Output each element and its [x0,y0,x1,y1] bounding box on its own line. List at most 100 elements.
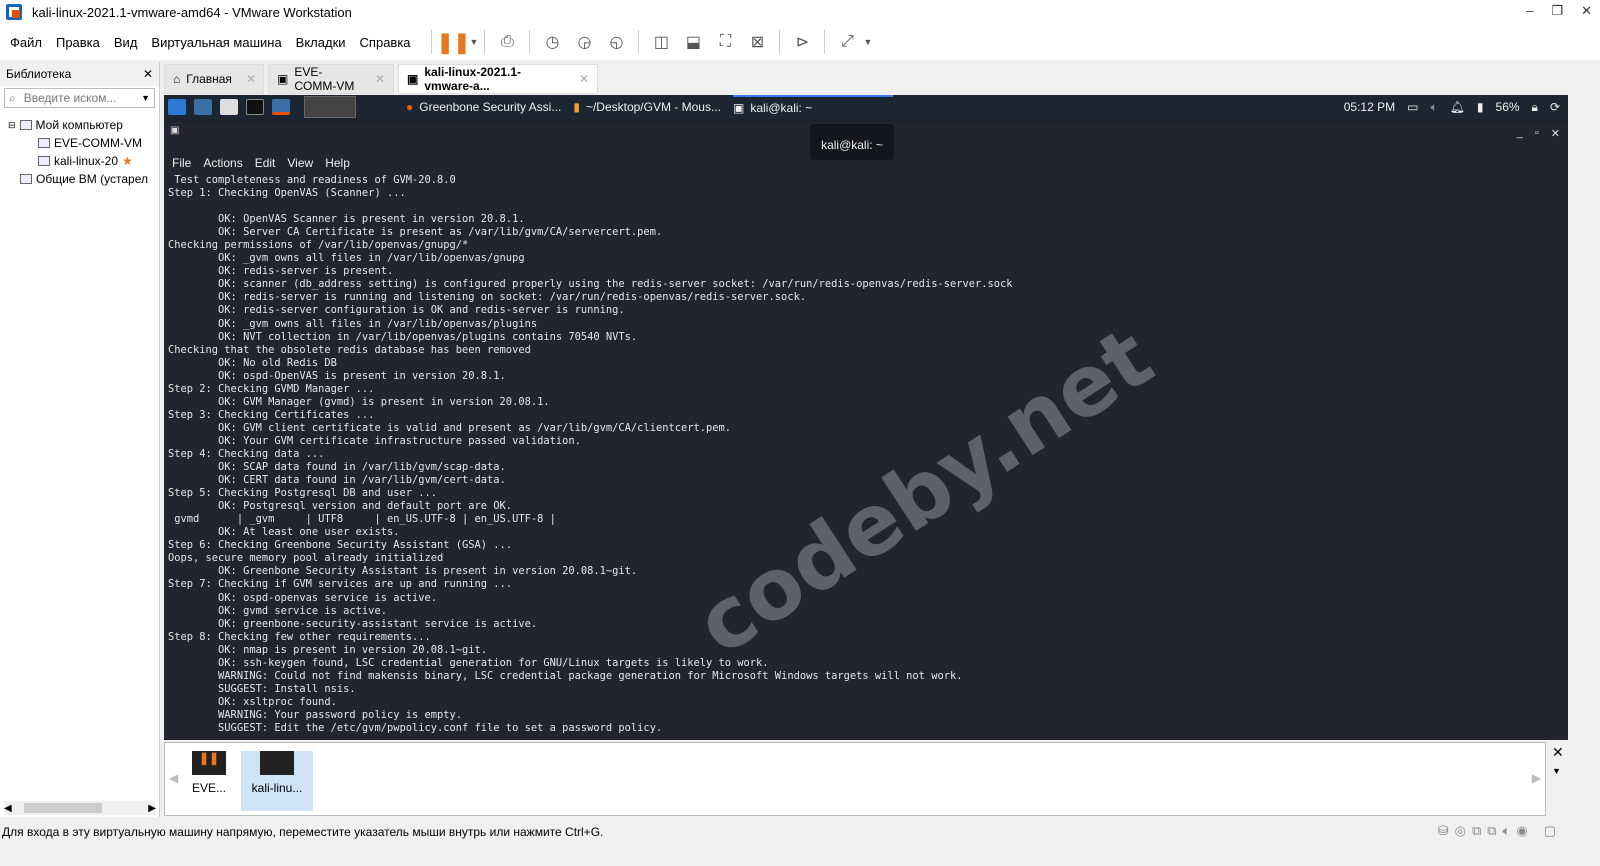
terminal-line: OK: Server CA Certificate is present as … [168,226,663,239]
usb-icon[interactable]: ◉ [1516,823,1527,839]
revert-snapshot-icon[interactable]: ◶ [572,30,596,54]
chevron-down-icon[interactable]: ▼ [863,37,872,47]
terminal-menu-actions[interactable]: Actions [203,156,242,170]
menu-vm[interactable]: Виртуальная машина [151,35,281,50]
tree-item-shared-vms[interactable]: Общие ВМ (устарел [8,170,159,188]
chevron-down-icon[interactable]: ▼ [1552,766,1561,776]
sound-icon[interactable]: 🔈︎ [1503,823,1511,839]
cd-icon[interactable]: ◎ [1455,823,1466,839]
maximize-button[interactable]: ▫ [1535,127,1539,139]
snapshot-manager-icon[interactable]: ◵ [604,30,628,54]
display-icon[interactable]: ▭ [1407,100,1418,114]
network-icon[interactable]: ⧉ [1487,823,1496,839]
terminal-menu-edit[interactable]: Edit [255,156,276,170]
file-icon: ▮ [573,100,580,114]
terminal-line: Step 2: Checking GVMD Manager ... [168,382,375,395]
menu-help[interactable]: Справка [360,35,411,50]
tree-item-eve[interactable]: EVE-COMM-VM [8,134,159,152]
kali-menu-icon[interactable] [168,99,186,115]
chevron-down-icon[interactable]: ▼ [470,37,479,47]
menu-edit[interactable]: Правка [56,35,100,50]
unity-icon[interactable]: ⊠ [745,30,769,54]
send-ctrl-alt-del-icon[interactable]: ⎙ [495,30,519,54]
vm-display[interactable]: ● Greenbone Security Assi... ▮ ~/Desktop/G… [164,95,1568,740]
menu-file[interactable]: Файл [10,35,42,50]
thumbnail-eve[interactable]: ❚❚ EVE... [173,751,245,811]
tab-eve-comm-vm[interactable]: ▣ EVE-COMM-VM ✕ [268,64,394,94]
task-greenbone[interactable]: ● Greenbone Security Assi... [406,100,561,114]
show-library-icon[interactable]: ◫ [649,30,673,54]
vmware-logo-icon [6,4,22,20]
menu-tabs[interactable]: Вкладки [296,35,346,50]
thumbnail-bar-icon[interactable]: ⬓ [681,30,705,54]
minimize-button[interactable]: – [1526,3,1533,19]
browser-icon[interactable] [272,99,290,115]
tree-item-my-computer[interactable]: ⊟ Мой компьютер [8,116,159,134]
terminal-line: OK: greenbone-security-assistant service… [168,617,538,630]
terminal-line: OK: No old Redis DB [168,356,337,369]
volume-icon[interactable]: 🔈︎ [1430,100,1437,115]
close-button[interactable]: ✕ [1581,3,1592,19]
close-icon[interactable]: ✕ [143,67,153,81]
restore-button[interactable]: ❐ [1551,3,1563,19]
close-icon[interactable]: ✕ [375,72,385,86]
close-thumbnail-bar-icon[interactable]: ✕ [1552,744,1564,761]
lock-icon[interactable]: 🔒︎ [1532,100,1538,115]
terminal-window[interactable]: ▣ _ ▫ ✕ kali@kali: ~ File Actions Edit View… [164,122,1568,740]
menu-bar: Файл Правка Вид Виртуальная машина Вклад… [0,24,1600,60]
network-icon[interactable]: ⧉ [1472,823,1481,839]
task-mousepad[interactable]: ▮ ~/Desktop/GVM - Mous... [573,100,721,114]
minimize-button[interactable]: _ [1517,127,1523,139]
close-button[interactable]: ✕ [1551,127,1560,140]
title-bar: kali-linux-2021.1-vmware-amd64 - VMware … [0,0,1600,24]
tree-item-kali[interactable]: kali-linux-20 ★ [8,152,159,170]
tab-bar: ⌂ Главная ✕ ▣ EVE-COMM-VM ✕ ▣ kali-linux-2021… [164,64,598,94]
terminal-icon: ▣ [170,125,180,136]
shared-vm-icon [20,174,32,184]
thumbnail-bar: ◀ ❚❚ EVE... kali-linu... ▶ [164,742,1546,816]
tab-kali[interactable]: ▣ kali-linux-2021.1-vmware-a... ✕ [398,64,598,94]
task-terminal[interactable]: ▣ kali@kali: ~ [732,95,893,119]
message-icon[interactable]: ▢ [1544,823,1556,839]
terminal-menu-view[interactable]: View [287,156,313,170]
notification-icon[interactable]: 🔔︎ [1450,100,1465,114]
terminal-line: Checking that the obsolete redis databas… [168,343,531,356]
library-title: Библиотека [6,67,72,81]
vm-icon: ▣ [407,72,419,86]
computer-icon [19,120,32,130]
file-manager-icon[interactable] [220,99,238,115]
pause-icon[interactable]: ❚❚ [437,30,471,54]
terminal-line: OK: Your GVM certificate infrastructure … [168,434,581,447]
close-icon[interactable]: ✕ [579,72,589,86]
battery-icon[interactable]: ▮ [1477,100,1484,114]
terminal-menu-file[interactable]: File [172,156,191,170]
clock[interactable]: 05:12 PM [1344,100,1395,114]
thumbnail-kali[interactable]: kali-linu... [241,751,313,811]
hard-disk-icon[interactable]: ⛁ [1438,823,1449,839]
terminal-menu-help[interactable]: Help [325,156,350,170]
terminal-line: WARNING: Your password policy is empty. [168,708,463,721]
tab-home[interactable]: ⌂ Главная ✕ [164,64,264,94]
snapshot-icon[interactable]: ◷ [540,30,564,54]
menu-view[interactable]: Вид [114,35,138,50]
library-search-input[interactable]: ⌕ Введите иском... ▼ [4,88,155,108]
terminal-line: SUGGEST: Edit the /etc/gvm/pwpolicy.conf… [168,721,663,734]
workspace-switcher[interactable] [304,96,356,118]
fullscreen-icon[interactable]: ⛶ [713,30,737,54]
terminal-line: Checking permissions of /var/lib/openvas… [168,239,469,252]
scroll-right-icon[interactable]: ▶ [1532,771,1541,785]
pause-icon: ❚❚ [192,751,226,775]
console-icon[interactable]: ⊳ [790,30,814,54]
vm-preview [260,751,294,775]
terminal-output[interactable]: Test completeness and readiness of GVM-2… [164,174,1568,735]
close-icon[interactable]: ✕ [246,72,256,86]
terminal-icon[interactable] [246,99,264,115]
show-desktop-icon[interactable] [194,99,212,115]
terminal-line: OK: GVM client certificate is valid and … [168,421,732,434]
terminal-line: OK: ospd-openvas service is active. [168,591,437,604]
stretch-icon[interactable]: ⤢ [835,30,859,54]
chevron-down-icon[interactable]: ▼ [141,93,150,103]
horizontal-scrollbar[interactable]: ◀ ▶ [4,801,156,815]
logout-icon[interactable]: ⟳ [1550,100,1560,114]
